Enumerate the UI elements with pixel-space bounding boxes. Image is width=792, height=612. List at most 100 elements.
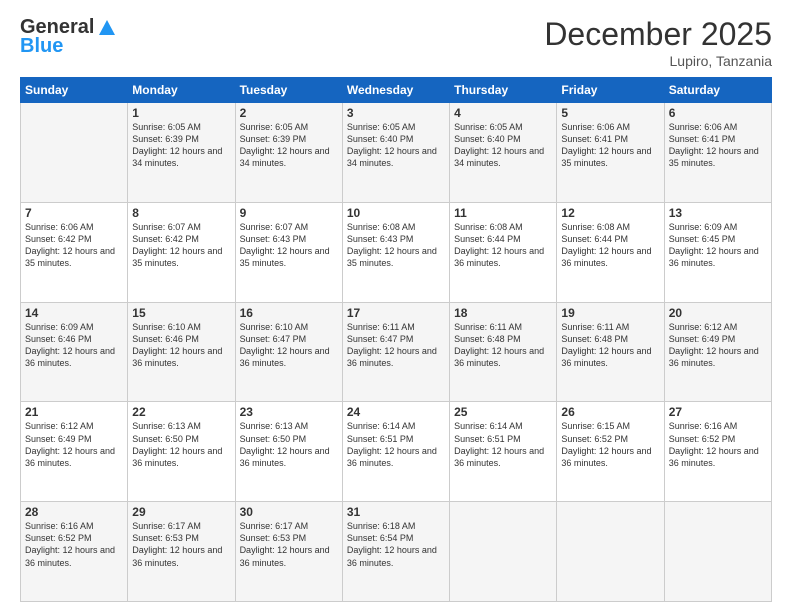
col-sunday: Sunday	[21, 78, 128, 103]
day-info: Sunrise: 6:05 AMSunset: 6:40 PMDaylight:…	[347, 121, 445, 170]
table-row: 24 Sunrise: 6:14 AMSunset: 6:51 PMDaylig…	[342, 402, 449, 502]
day-info: Sunrise: 6:14 AMSunset: 6:51 PMDaylight:…	[347, 420, 445, 469]
day-info: Sunrise: 6:07 AMSunset: 6:43 PMDaylight:…	[240, 221, 338, 270]
day-info: Sunrise: 6:05 AMSunset: 6:40 PMDaylight:…	[454, 121, 552, 170]
day-number: 8	[132, 206, 230, 220]
table-row: 6 Sunrise: 6:06 AMSunset: 6:41 PMDayligh…	[664, 103, 771, 203]
day-number: 24	[347, 405, 445, 419]
day-info: Sunrise: 6:06 AMSunset: 6:41 PMDaylight:…	[561, 121, 659, 170]
day-info: Sunrise: 6:10 AMSunset: 6:47 PMDaylight:…	[240, 321, 338, 370]
day-number: 27	[669, 405, 767, 419]
table-row: 29 Sunrise: 6:17 AMSunset: 6:53 PMDaylig…	[128, 502, 235, 602]
table-row	[450, 502, 557, 602]
day-info: Sunrise: 6:16 AMSunset: 6:52 PMDaylight:…	[669, 420, 767, 469]
table-row: 23 Sunrise: 6:13 AMSunset: 6:50 PMDaylig…	[235, 402, 342, 502]
day-info: Sunrise: 6:06 AMSunset: 6:41 PMDaylight:…	[669, 121, 767, 170]
table-row: 30 Sunrise: 6:17 AMSunset: 6:53 PMDaylig…	[235, 502, 342, 602]
table-row: 17 Sunrise: 6:11 AMSunset: 6:47 PMDaylig…	[342, 302, 449, 402]
day-number: 10	[347, 206, 445, 220]
day-number: 7	[25, 206, 123, 220]
day-number: 18	[454, 306, 552, 320]
calendar-week-row: 7 Sunrise: 6:06 AMSunset: 6:42 PMDayligh…	[21, 202, 772, 302]
table-row	[21, 103, 128, 203]
day-number: 26	[561, 405, 659, 419]
day-info: Sunrise: 6:16 AMSunset: 6:52 PMDaylight:…	[25, 520, 123, 569]
day-number: 14	[25, 306, 123, 320]
day-info: Sunrise: 6:12 AMSunset: 6:49 PMDaylight:…	[669, 321, 767, 370]
table-row	[557, 502, 664, 602]
day-info: Sunrise: 6:10 AMSunset: 6:46 PMDaylight:…	[132, 321, 230, 370]
table-row: 21 Sunrise: 6:12 AMSunset: 6:49 PMDaylig…	[21, 402, 128, 502]
calendar-week-row: 1 Sunrise: 6:05 AMSunset: 6:39 PMDayligh…	[21, 103, 772, 203]
day-info: Sunrise: 6:11 AMSunset: 6:47 PMDaylight:…	[347, 321, 445, 370]
calendar-week-row: 21 Sunrise: 6:12 AMSunset: 6:49 PMDaylig…	[21, 402, 772, 502]
title-block: December 2025 Lupiro, Tanzania	[544, 16, 772, 69]
table-row: 19 Sunrise: 6:11 AMSunset: 6:48 PMDaylig…	[557, 302, 664, 402]
day-info: Sunrise: 6:17 AMSunset: 6:53 PMDaylight:…	[132, 520, 230, 569]
day-number: 16	[240, 306, 338, 320]
day-number: 30	[240, 505, 338, 519]
col-wednesday: Wednesday	[342, 78, 449, 103]
day-info: Sunrise: 6:13 AMSunset: 6:50 PMDaylight:…	[240, 420, 338, 469]
day-number: 19	[561, 306, 659, 320]
col-monday: Monday	[128, 78, 235, 103]
table-row: 1 Sunrise: 6:05 AMSunset: 6:39 PMDayligh…	[128, 103, 235, 203]
day-number: 20	[669, 306, 767, 320]
day-number: 22	[132, 405, 230, 419]
day-info: Sunrise: 6:18 AMSunset: 6:54 PMDaylight:…	[347, 520, 445, 569]
day-number: 31	[347, 505, 445, 519]
day-number: 28	[25, 505, 123, 519]
col-saturday: Saturday	[664, 78, 771, 103]
day-number: 15	[132, 306, 230, 320]
day-info: Sunrise: 6:11 AMSunset: 6:48 PMDaylight:…	[454, 321, 552, 370]
table-row: 10 Sunrise: 6:08 AMSunset: 6:43 PMDaylig…	[342, 202, 449, 302]
day-number: 17	[347, 306, 445, 320]
col-friday: Friday	[557, 78, 664, 103]
day-number: 29	[132, 505, 230, 519]
logo: General Blue	[20, 16, 118, 58]
header: General Blue December 2025 Lupiro, Tanza…	[20, 16, 772, 69]
day-number: 5	[561, 106, 659, 120]
day-info: Sunrise: 6:11 AMSunset: 6:48 PMDaylight:…	[561, 321, 659, 370]
day-info: Sunrise: 6:12 AMSunset: 6:49 PMDaylight:…	[25, 420, 123, 469]
day-info: Sunrise: 6:07 AMSunset: 6:42 PMDaylight:…	[132, 221, 230, 270]
location: Lupiro, Tanzania	[544, 53, 772, 69]
day-number: 1	[132, 106, 230, 120]
logo-icon	[96, 17, 118, 39]
day-number: 3	[347, 106, 445, 120]
table-row: 18 Sunrise: 6:11 AMSunset: 6:48 PMDaylig…	[450, 302, 557, 402]
day-info: Sunrise: 6:15 AMSunset: 6:52 PMDaylight:…	[561, 420, 659, 469]
table-row: 2 Sunrise: 6:05 AMSunset: 6:39 PMDayligh…	[235, 103, 342, 203]
month-title: December 2025	[544, 16, 772, 53]
day-info: Sunrise: 6:06 AMSunset: 6:42 PMDaylight:…	[25, 221, 123, 270]
logo-blue: Blue	[20, 35, 63, 58]
table-row: 5 Sunrise: 6:06 AMSunset: 6:41 PMDayligh…	[557, 103, 664, 203]
day-number: 6	[669, 106, 767, 120]
table-row: 28 Sunrise: 6:16 AMSunset: 6:52 PMDaylig…	[21, 502, 128, 602]
calendar-week-row: 14 Sunrise: 6:09 AMSunset: 6:46 PMDaylig…	[21, 302, 772, 402]
table-row: 7 Sunrise: 6:06 AMSunset: 6:42 PMDayligh…	[21, 202, 128, 302]
table-row: 11 Sunrise: 6:08 AMSunset: 6:44 PMDaylig…	[450, 202, 557, 302]
day-number: 25	[454, 405, 552, 419]
table-row: 25 Sunrise: 6:14 AMSunset: 6:51 PMDaylig…	[450, 402, 557, 502]
table-row: 27 Sunrise: 6:16 AMSunset: 6:52 PMDaylig…	[664, 402, 771, 502]
table-row: 15 Sunrise: 6:10 AMSunset: 6:46 PMDaylig…	[128, 302, 235, 402]
day-info: Sunrise: 6:09 AMSunset: 6:46 PMDaylight:…	[25, 321, 123, 370]
day-info: Sunrise: 6:17 AMSunset: 6:53 PMDaylight:…	[240, 520, 338, 569]
table-row: 26 Sunrise: 6:15 AMSunset: 6:52 PMDaylig…	[557, 402, 664, 502]
table-row	[664, 502, 771, 602]
table-row: 3 Sunrise: 6:05 AMSunset: 6:40 PMDayligh…	[342, 103, 449, 203]
day-number: 21	[25, 405, 123, 419]
day-info: Sunrise: 6:08 AMSunset: 6:44 PMDaylight:…	[454, 221, 552, 270]
calendar-table: Sunday Monday Tuesday Wednesday Thursday…	[20, 77, 772, 602]
table-row: 4 Sunrise: 6:05 AMSunset: 6:40 PMDayligh…	[450, 103, 557, 203]
table-row: 13 Sunrise: 6:09 AMSunset: 6:45 PMDaylig…	[664, 202, 771, 302]
table-row: 22 Sunrise: 6:13 AMSunset: 6:50 PMDaylig…	[128, 402, 235, 502]
day-info: Sunrise: 6:08 AMSunset: 6:43 PMDaylight:…	[347, 221, 445, 270]
calendar-week-row: 28 Sunrise: 6:16 AMSunset: 6:52 PMDaylig…	[21, 502, 772, 602]
calendar-header-row: Sunday Monday Tuesday Wednesday Thursday…	[21, 78, 772, 103]
table-row: 31 Sunrise: 6:18 AMSunset: 6:54 PMDaylig…	[342, 502, 449, 602]
table-row: 8 Sunrise: 6:07 AMSunset: 6:42 PMDayligh…	[128, 202, 235, 302]
table-row: 20 Sunrise: 6:12 AMSunset: 6:49 PMDaylig…	[664, 302, 771, 402]
page: General Blue December 2025 Lupiro, Tanza…	[0, 0, 792, 612]
